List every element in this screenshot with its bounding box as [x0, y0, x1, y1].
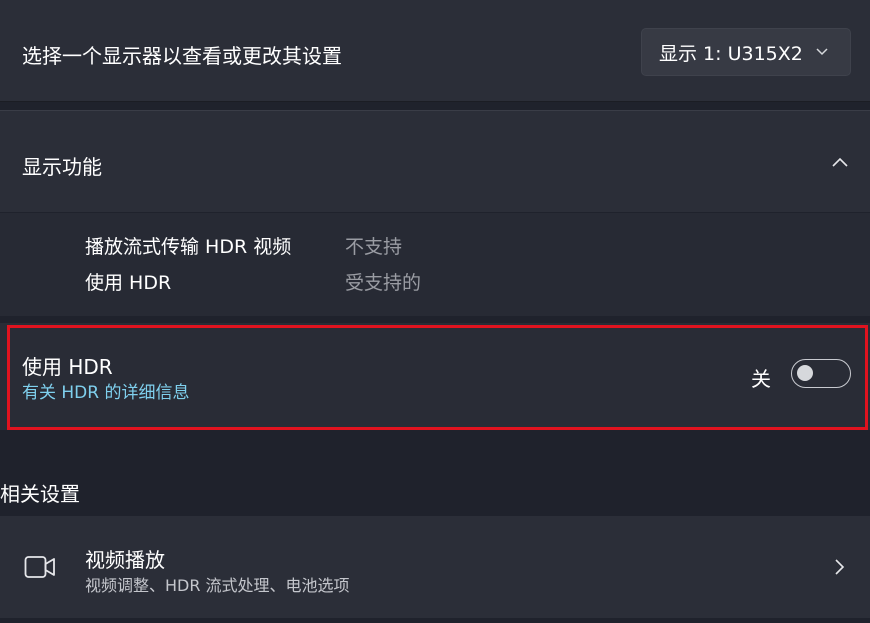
display-capabilities-header[interactable]: 显示功能: [0, 110, 870, 212]
related-settings-title: 相关设置: [0, 482, 80, 506]
display-select-card: 选择一个显示器以查看或更改其设置 显示 1: U315X2: [0, 0, 870, 102]
chevron-right-icon: [835, 559, 845, 575]
capability-label-use-hdr: 使用 HDR: [85, 272, 172, 294]
display-capabilities-body: 播放流式传输 HDR 视频 不支持 使用 HDR 受支持的: [0, 213, 870, 316]
video-playback-subtitle: 视频调整、HDR 流式处理、电池选项: [85, 576, 350, 595]
display-capabilities-title: 显示功能: [22, 155, 102, 179]
display-select-label: 选择一个显示器以查看或更改其设置: [22, 44, 342, 68]
related-item-video-playback[interactable]: 视频播放 视频调整、HDR 流式处理、电池选项: [0, 516, 870, 618]
video-playback-title: 视频播放: [85, 548, 165, 572]
chevron-up-icon[interactable]: [831, 155, 849, 169]
capability-value-use-hdr: 受支持的: [345, 272, 422, 294]
hdr-more-info-link[interactable]: 有关 HDR 的详细信息: [22, 378, 190, 403]
display-dropdown[interactable]: 显示 1: U315X2: [641, 28, 851, 76]
video-camera-icon: [24, 556, 55, 578]
capability-value-streaming-hdr: 不支持: [345, 236, 403, 258]
hdr-setting-card: 使用 HDR 有关 HDR 的详细信息 关: [0, 323, 870, 430]
toggle-knob: [797, 365, 813, 381]
display-dropdown-value: 显示 1: U315X2: [659, 42, 803, 65]
hdr-setting-title: 使用 HDR: [22, 355, 113, 379]
hdr-toggle-state-label: 关: [751, 367, 771, 391]
capability-label-streaming-hdr: 播放流式传输 HDR 视频: [85, 236, 292, 258]
hdr-toggle-switch[interactable]: [791, 359, 851, 388]
chevron-down-icon: [816, 48, 828, 56]
